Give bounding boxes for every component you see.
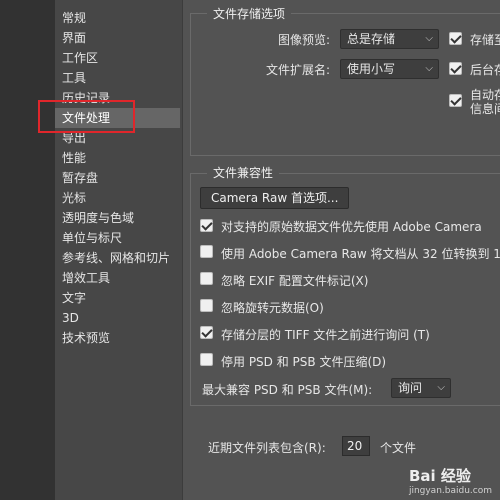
sidebar-item-transparency[interactable]: 透明度与色域 [55,208,180,228]
sidebar-item-interface[interactable]: 界面 [55,28,180,48]
image-preview-dropdown[interactable]: 总是存储 ⌵ [340,29,439,49]
preferences-sidebar: 常规 界面 工作区 工具 历史记录 文件处理 导出 性能 暂存盘 光标 透明度与… [55,0,183,500]
save-to-checkbox[interactable] [449,32,462,45]
disable-psd-compression-checkbox[interactable] [200,353,213,366]
background-save-checkbox[interactable] [449,62,462,75]
save-to-label: 存储至 [470,33,500,47]
sidebar-item-tools[interactable]: 工具 [55,68,180,88]
file-extension-dropdown[interactable]: 使用小写 ⌵ [340,59,439,79]
watermark-subtext: jingyan.baidu.com [408,486,492,496]
file-storage-title: 文件存储选项 [207,6,292,22]
image-preview-label: 图像预览: [278,33,331,47]
max-compat-dropdown[interactable]: 询问 ⌵ [391,378,451,398]
convert-32bit-checkbox[interactable] [200,245,213,258]
camera-raw-prefs-button[interactable]: Camera Raw 首选项... [200,187,350,209]
auto-save-checkbox[interactable] [449,94,462,107]
sidebar-item-workspace[interactable]: 工作区 [55,48,180,68]
file-extension-value: 使用小写 [347,62,396,76]
ignore-rotation-label: 忽略旋转元数据(O) [221,301,324,315]
recent-files-unit: 个文件 [380,441,417,455]
sidebar-item-guides-grid[interactable]: 参考线、网格和切片 [55,248,180,268]
chevron-down-icon: ⌵ [425,33,433,44]
recent-files-count-input[interactable]: 20 [342,436,370,456]
sidebar-item-cursors[interactable]: 光标 [55,188,180,208]
ignore-exif-label: 忽略 EXIF 配置文件标记(X) [221,274,369,288]
sidebar-item-general[interactable]: 常规 [55,8,180,28]
ignore-rotation-checkbox[interactable] [200,299,213,312]
ignore-exif-checkbox[interactable] [200,272,213,285]
ask-tiff-layers-label: 存储分层的 TIFF 文件之前进行询问 (T) [221,328,430,342]
annotation-highlight-box [38,100,135,133]
ask-tiff-layers-checkbox[interactable] [200,326,213,339]
disable-psd-compression-label: 停用 PSD 和 PSB 文件压缩(D) [221,355,387,369]
watermark-text: Bai 经验 [408,467,471,485]
max-compat-label: 最大兼容 PSD 和 PSB 文件(M): [202,383,373,397]
sidebar-item-scratch-disks[interactable]: 暂存盘 [55,168,180,188]
auto-save-label-line2: 信息间 [470,102,500,116]
prefer-camera-raw-label: 对支持的原始数据文件优先使用 Adobe Camera [221,220,482,234]
max-compat-value: 询问 [398,381,423,395]
prefer-camera-raw-checkbox[interactable] [200,219,213,232]
recent-files-label: 近期文件列表包含(R): [208,441,326,455]
file-compat-title: 文件兼容性 [207,165,280,181]
sidebar-item-type[interactable]: 文字 [55,288,180,308]
sidebar-item-plugins[interactable]: 增效工具 [55,268,180,288]
left-panel-strip [0,0,55,500]
baidu-watermark: Bai 经验 jingyan.baidu.com [409,465,492,496]
sidebar-item-performance[interactable]: 性能 [55,148,180,168]
file-extension-label: 文件扩展名: [266,63,331,77]
chevron-down-icon: ⌵ [425,63,433,74]
sidebar-item-3d[interactable]: 3D [55,308,180,328]
sidebar-item-tech-previews[interactable]: 技术预览 [55,328,180,348]
sidebar-item-units-rulers[interactable]: 单位与标尺 [55,228,180,248]
chevron-down-icon: ⌵ [437,382,445,393]
convert-32bit-label: 使用 Adobe Camera Raw 将文档从 32 位转换到 1 [221,247,500,261]
background-save-label: 后台存 [470,63,500,77]
image-preview-value: 总是存储 [347,32,396,46]
